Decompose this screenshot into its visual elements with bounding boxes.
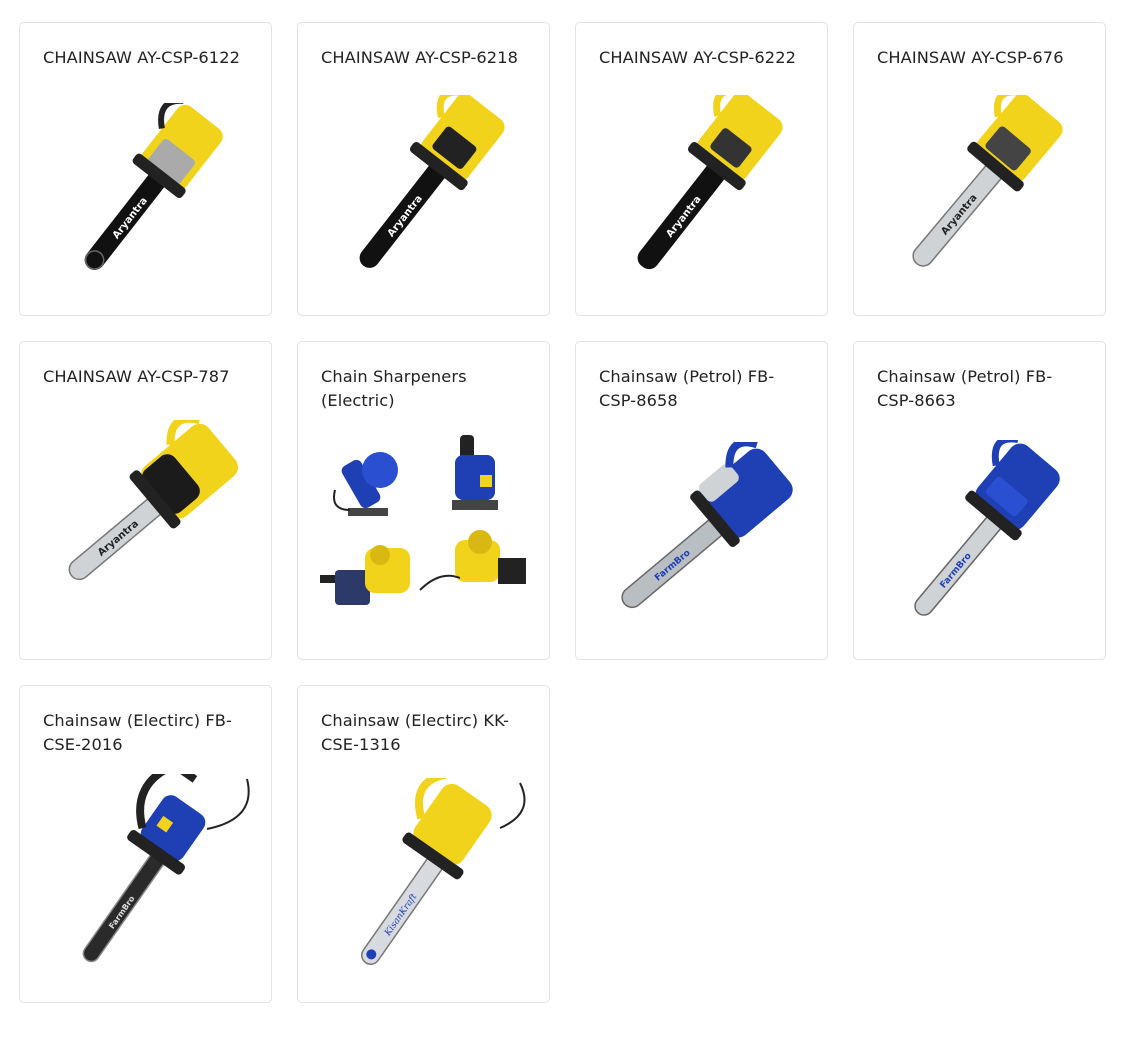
product-title: Chainsaw (Electirc) KK-CSE-1316 xyxy=(321,711,510,754)
chainsaw-blue-icon: FarmBro xyxy=(598,442,808,627)
yellow-sharpener-icon xyxy=(320,545,410,605)
chainsaw-yellow-silver-bar-icon: Aryantra xyxy=(42,420,252,600)
product-title: Chainsaw (Petrol) FB-CSP-8658 xyxy=(599,367,775,410)
product-card[interactable]: CHAINSAW AY-CSP-6218 Aryantra xyxy=(297,22,550,316)
product-card[interactable]: CHAINSAW AY-CSP-6122 Aryantra xyxy=(19,22,272,316)
chainsaw-yellow-black-bar-icon: Aryantra xyxy=(320,95,530,280)
chainsaw-yellow-black-bar-icon: Aryantra xyxy=(598,95,808,280)
chainsaw-blue-icon: FarmBro xyxy=(876,440,1086,630)
product-title: Chainsaw (Electirc) FB-CSE-2016 xyxy=(43,711,232,754)
blue-sharpener-icon xyxy=(452,435,498,510)
chainsaw-yellow-black-bar-icon: Aryantra xyxy=(42,103,252,283)
product-title: CHAINSAW AY-CSP-6218 xyxy=(321,48,518,67)
product-title: CHAINSAW AY-CSP-6122 xyxy=(43,48,240,67)
product-card[interactable]: CHAINSAW AY-CSP-676 Aryantra xyxy=(853,22,1106,316)
yellow-sharpener-icon xyxy=(419,530,526,591)
product-card[interactable]: Chainsaw (Electirc) KK-CSE-1316 KisanKra… xyxy=(297,685,550,1003)
product-card[interactable]: Chainsaw (Petrol) FB-CSP-8658 FarmBro xyxy=(575,341,828,660)
product-title: Chainsaw (Petrol) FB-CSP-8663 xyxy=(877,367,1053,410)
chainsaw-yellow-silver-bar-icon: Aryantra xyxy=(876,95,1086,280)
product-title: CHAINSAW AY-CSP-6222 xyxy=(599,48,796,67)
electric-chainsaw-yellow-icon: KisanKraft xyxy=(320,778,530,973)
product-card[interactable]: Chainsaw (Petrol) FB-CSP-8663 FarmBro xyxy=(853,341,1106,660)
blue-sharpener-icon xyxy=(333,452,398,516)
chain-sharpeners-icon xyxy=(320,430,530,615)
product-title: CHAINSAW AY-CSP-676 xyxy=(877,48,1064,67)
product-grid: CHAINSAW AY-CSP-6122 Aryantra CHAINSAW A… xyxy=(19,22,1109,1022)
product-title: Chain Sharpeners (Electric) xyxy=(321,367,467,410)
electric-chainsaw-blue-icon: FarmBro xyxy=(42,774,252,974)
product-card[interactable]: CHAINSAW AY-CSP-6222 Aryantra xyxy=(575,22,828,316)
product-card[interactable]: CHAINSAW AY-CSP-787 Aryantra xyxy=(19,341,272,660)
product-title: CHAINSAW AY-CSP-787 xyxy=(43,367,230,386)
product-card[interactable]: Chainsaw (Electirc) FB-CSE-2016 FarmBro xyxy=(19,685,272,1003)
product-card[interactable]: Chain Sharpeners (Electric) xyxy=(297,341,550,660)
